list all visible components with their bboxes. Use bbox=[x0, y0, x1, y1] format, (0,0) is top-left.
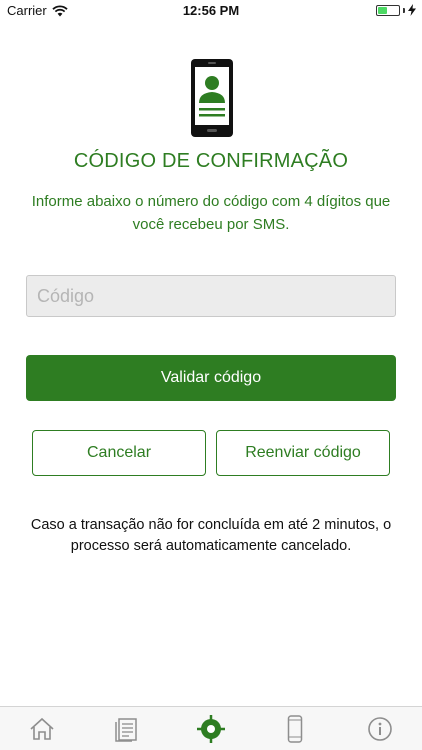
tab-home[interactable] bbox=[0, 707, 84, 750]
tab-phone[interactable] bbox=[253, 707, 337, 750]
tab-location[interactable] bbox=[169, 707, 253, 750]
battery-tip bbox=[403, 7, 405, 13]
validate-code-button[interactable]: Validar código bbox=[26, 355, 396, 401]
code-input[interactable] bbox=[26, 275, 396, 317]
timeout-notice: Caso a transação não for concluída em at… bbox=[30, 517, 392, 554]
status-time: 12:56 PM bbox=[182, 3, 240, 18]
charging-icon bbox=[408, 4, 416, 16]
status-right bbox=[376, 4, 416, 16]
info-icon bbox=[368, 716, 392, 741]
phone-user-icon bbox=[191, 59, 233, 137]
tab-info[interactable] bbox=[338, 707, 422, 750]
status-bar: Carrier 12:56 PM bbox=[0, 0, 422, 22]
resend-code-button[interactable]: Reenviar código bbox=[216, 430, 390, 476]
battery-icon bbox=[376, 4, 400, 16]
instruction-text: Informe abaixo o número do código com 4 … bbox=[31, 193, 391, 233]
tab-bar bbox=[0, 706, 422, 750]
cancel-button[interactable]: Cancelar bbox=[32, 430, 206, 476]
tab-documents[interactable] bbox=[84, 707, 168, 750]
document-icon bbox=[114, 717, 137, 742]
phone-icon bbox=[288, 714, 303, 743]
battery-level bbox=[378, 6, 387, 14]
home-icon bbox=[30, 717, 54, 740]
target-icon bbox=[197, 714, 226, 743]
page-title: CÓDIGO DE CONFIRMAÇÃO bbox=[73, 150, 349, 172]
